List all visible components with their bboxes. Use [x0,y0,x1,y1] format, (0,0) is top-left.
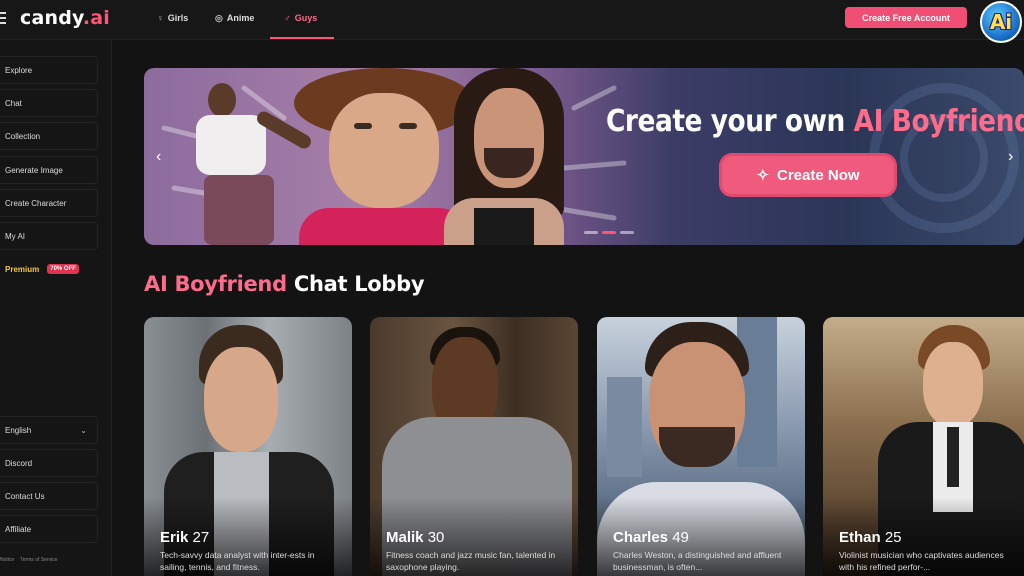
lobby-title: AI Boyfriend Chat Lobby [144,272,425,296]
lobby-title-rest: Chat Lobby [286,272,425,296]
anime-icon: ◎ [215,12,223,23]
character-name: Ethan [839,529,881,546]
carousel-dot[interactable] [584,231,598,234]
character-description: Fitness coach and jazz music fan, talent… [386,550,556,572]
card-name: Malik 30 [386,529,444,546]
top-bar: candy.ai ♀ Girls ◎ Anime ♂ Guys Create F… [0,0,1024,43]
sidebar-item-label: Premium [5,264,40,274]
sidebar-item-discord[interactable]: Discord [0,449,98,477]
card-name: Charles 49 [613,529,689,546]
carousel-dots [584,231,634,234]
tab-anime[interactable]: ◎ Anime [215,11,254,25]
active-tab-indicator [270,37,334,39]
hero-banner[interactable]: Create your own AI Boyfriend ✧ Create No… [144,68,1024,245]
language-select[interactable]: English ⌄ [0,416,98,444]
chevron-down-icon: ⌄ [80,425,87,435]
female-icon: ♀ [157,13,164,23]
language-label: English [5,425,32,435]
sidebar-item-explore[interactable]: Explore [0,56,98,84]
tab-label: Guys [294,13,318,23]
magic-wand-icon: ✧ [756,167,770,184]
character-age: 25 [884,529,902,546]
character-card-charles[interactable]: Charles 49 Charles Weston, a distinguish… [597,317,805,576]
sidebar-item-label: Contact Us [5,491,45,501]
ai-watermark-badge: Ai [980,1,1022,43]
character-age: 49 [672,529,689,546]
sidebar-item-affiliate[interactable]: Affiliate [0,515,98,543]
tab-girls[interactable]: ♀ Girls [157,11,188,25]
tab-guys[interactable]: ♂ Guys [284,11,317,25]
sidebar-item-label: Chat [5,98,22,108]
logo-text: candy [20,7,83,29]
sidebar-item-generate-image[interactable]: Generate Image [0,156,98,184]
tab-label: Anime [226,13,255,23]
carousel-prev-arrow[interactable]: ‹ [156,148,161,166]
create-now-button[interactable]: ✧ Create Now [722,156,894,194]
sidebar-item-label: Affiliate [5,524,32,534]
sidebar-item-collection[interactable]: Collection [0,122,98,150]
create-now-label: Create Now [777,166,860,184]
lobby-title-accent: AI Boyfriend [144,272,287,296]
logo-suffix: .ai [82,7,111,29]
character-card-erik[interactable]: Erik 27 Tech-savvy data analyst with int… [144,317,352,576]
sidebar-item-chat[interactable]: Chat [0,89,98,117]
logo[interactable]: candy.ai [20,7,110,29]
carousel-dot[interactable] [620,231,634,234]
sidebar-item-create-character[interactable]: Create Character [0,189,98,217]
character-description: Tech-savvy data analyst with inter-ests … [160,550,315,572]
carousel-dot-active[interactable] [602,231,616,234]
banner-title-part: Create your own [606,104,854,139]
character-name: Malik [386,529,424,546]
sidebar-item-contact-us[interactable]: Contact Us [0,482,98,510]
card-name: Erik 27 [160,529,209,546]
sidebar-item-label: Collection [5,131,41,141]
banner-man-long-hair [434,68,574,245]
create-account-button[interactable]: Create Free Account [845,7,967,28]
banner-title-accent: AI Boyfriend [853,104,1024,139]
sidebar-item-label: Create Character [5,198,67,208]
character-card-ethan[interactable]: Ethan 25 Violinist musician who captivat… [823,317,1024,576]
character-name: Charles [613,529,669,546]
sidebar-item-premium[interactable]: Premium 70% OFF [0,255,98,283]
male-icon: ♂ [284,13,291,23]
character-age: 30 [427,529,445,546]
banner-title: Create your own AI Boyfriend [606,104,1024,139]
character-name: Erik [160,529,189,546]
carousel-next-arrow[interactable]: › [1008,148,1013,166]
sidebar: Explore Chat Collection Generate Image C… [0,40,112,576]
character-description: Charles Weston, a distinguished and affl… [613,550,782,572]
sidebar-item-label: Discord [5,458,33,468]
tab-label: Girls [167,13,189,23]
menu-icon[interactable] [0,12,6,26]
character-description: Violinist musician who captivates audien… [839,550,1004,572]
character-age: 27 [192,529,210,546]
sidebar-item-label: My AI [5,231,26,241]
sidebar-item-my-ai[interactable]: My AI [0,222,98,250]
footer-links: Notice Terms of Service [0,557,57,563]
sidebar-item-label: Generate Image [5,165,63,175]
discount-badge: 70% OFF [47,264,79,274]
terms-link[interactable]: Terms of Service [20,557,57,563]
card-name: Ethan 25 [839,529,902,546]
sidebar-item-label: Explore [5,65,33,75]
notice-link[interactable]: Notice [0,557,14,563]
character-card-malik[interactable]: Malik 30 Fitness coach and jazz music fa… [370,317,578,576]
